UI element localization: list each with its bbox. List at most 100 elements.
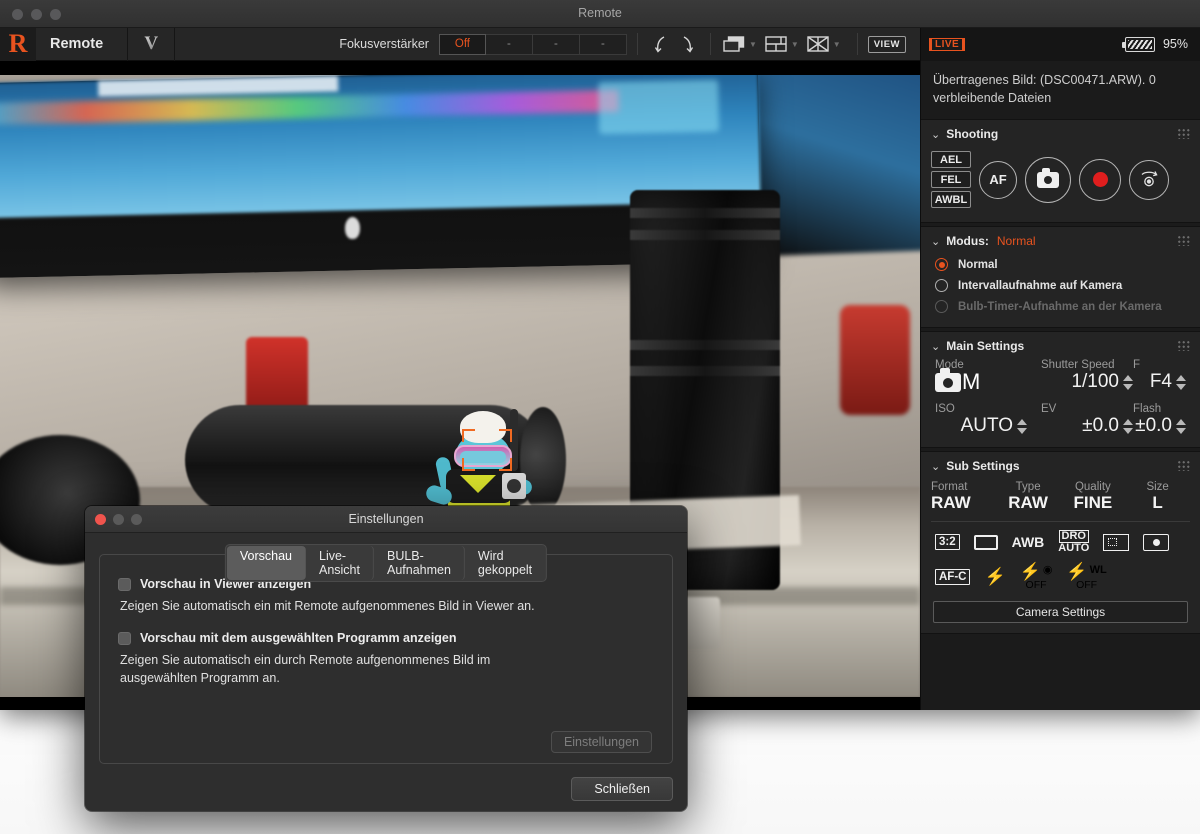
shooting-panel-header[interactable]: ⌄ Shooting <box>921 120 1200 147</box>
grid-layout-icon[interactable] <box>763 33 789 55</box>
stepper-icon[interactable] <box>1123 419 1133 434</box>
stepper-icon[interactable] <box>1123 375 1133 390</box>
flash-label: Flash <box>1133 403 1186 415</box>
flash-mode-icon[interactable]: ⚡ <box>984 568 1005 585</box>
focus-area-icon[interactable] <box>1103 534 1129 551</box>
dro-auto-icon[interactable]: DROAUTO <box>1058 530 1089 554</box>
ael-button[interactable]: AEL <box>931 151 971 168</box>
format-value[interactable]: RAW <box>931 493 996 513</box>
drag-handle-icon[interactable] <box>1177 460 1190 471</box>
iso-label: ISO <box>935 403 1041 415</box>
chevron-down-icon[interactable]: ▼ <box>749 40 757 49</box>
focus-magnifier-label: Fokusverstärker <box>339 37 429 51</box>
focus-mode-icon[interactable]: AF-C <box>935 569 970 585</box>
fel-button[interactable]: FEL <box>931 171 971 188</box>
flash-stepper[interactable]: ±0.0 <box>1133 415 1186 437</box>
stepper-icon[interactable] <box>1176 375 1186 390</box>
shooting-controls: AEL FEL AWBL AF <box>921 147 1200 222</box>
af-button[interactable]: AF <box>979 161 1017 199</box>
dialog-tabs: Vorschau Live-Ansicht BULB-Aufnahmen Wir… <box>225 544 547 582</box>
shutter-button[interactable] <box>1025 157 1071 203</box>
image-frame-icon[interactable] <box>974 535 998 550</box>
autofocus-box[interactable] <box>462 429 512 471</box>
main-settings-title: Main Settings <box>946 339 1024 353</box>
modus-option-interval[interactable]: Intervallaufnahme auf Kamera <box>921 275 1200 296</box>
tab-bulb-aufnahmen[interactable]: BULB-Aufnahmen <box>374 546 465 580</box>
sub-settings-panel: ⌄ Sub Settings Format Type Quality Size … <box>921 451 1200 633</box>
chevron-down-icon[interactable]: ⌄ <box>931 128 940 141</box>
aperture-value: F4 <box>1150 371 1172 393</box>
drag-handle-icon[interactable] <box>1177 340 1190 351</box>
radio-icon[interactable] <box>935 258 948 271</box>
sub-settings-header[interactable]: ⌄ Sub Settings <box>921 452 1200 479</box>
size-label: Size <box>1125 481 1190 493</box>
rotate-left-icon[interactable] <box>648 33 674 55</box>
mode-value[interactable]: M <box>935 372 1041 392</box>
battery-icon <box>1125 37 1155 52</box>
battery-percent-label: 95% <box>1163 37 1188 51</box>
tab-vorschau[interactable]: Vorschau <box>227 546 306 580</box>
stepper-icon[interactable] <box>1176 419 1186 434</box>
sub-settings-icons-row2: AF-C ⚡ ⚡◉ OFF ⚡WL OFF <box>921 563 1200 599</box>
drag-handle-icon[interactable] <box>1177 128 1190 139</box>
wireless-flash-icon[interactable]: ⚡WL OFF <box>1066 563 1106 591</box>
record-button[interactable] <box>1079 159 1121 201</box>
iso-stepper[interactable]: AUTO <box>935 415 1041 437</box>
chevron-down-icon[interactable]: ⌄ <box>931 340 940 353</box>
rotate-right-icon[interactable] <box>674 33 700 55</box>
main-toolbar: R Remote V Fokusverstärker Off - - - <box>0 28 1200 61</box>
checkbox-icon[interactable] <box>118 578 131 591</box>
view-button[interactable]: VIEW <box>868 36 906 53</box>
focus-segment-1[interactable]: - <box>486 34 533 55</box>
type-value[interactable]: RAW <box>996 493 1061 513</box>
modus-panel-header[interactable]: ⌄ Modus: Normal <box>921 227 1200 254</box>
bracket-shooting-icon <box>1138 170 1160 190</box>
size-value[interactable]: L <box>1125 493 1190 513</box>
stepper-icon[interactable] <box>1017 419 1027 434</box>
toolbar-divider <box>710 33 711 55</box>
diagonal-grid-icon[interactable] <box>805 33 831 55</box>
chevron-down-icon[interactable]: ⌄ <box>931 235 940 248</box>
chevron-down-icon[interactable]: ⌄ <box>931 460 940 473</box>
aperture-stepper[interactable]: F4 <box>1133 371 1186 393</box>
checkbox-row-program[interactable]: Vorschau mit dem ausgewählten Programm a… <box>118 631 654 645</box>
tab-wird-gekoppelt[interactable]: Wird gekoppelt <box>465 546 545 580</box>
focus-segment-off[interactable]: Off <box>439 34 486 55</box>
focus-magnifier-segments[interactable]: Off - - - <box>439 34 627 55</box>
tab-live-ansicht[interactable]: Live-Ansicht <box>306 546 374 580</box>
toolbar-divider <box>174 28 175 61</box>
overlay-compare-icon[interactable] <box>721 33 747 55</box>
focus-segment-3[interactable]: - <box>580 34 627 55</box>
ev-stepper[interactable]: ±0.0 <box>1041 415 1133 437</box>
red-eye-reduction-icon[interactable]: ⚡◉ OFF <box>1020 563 1053 591</box>
modus-option-normal[interactable]: Normal <box>921 254 1200 275</box>
quality-label: Quality <box>1061 481 1126 493</box>
radio-icon[interactable] <box>935 279 948 292</box>
chevron-down-icon[interactable]: ▼ <box>833 40 841 49</box>
shutter-speed-value: 1/100 <box>1071 371 1119 393</box>
toolbar-divider <box>857 33 858 55</box>
shutter-speed-stepper[interactable]: 1/100 <box>1041 371 1133 393</box>
drag-handle-icon[interactable] <box>1177 235 1190 246</box>
checkbox-icon[interactable] <box>118 632 131 645</box>
bracket-shooting-button[interactable] <box>1129 160 1169 200</box>
dialog-settings-button[interactable]: Einstellungen <box>551 731 652 753</box>
aperture-label: F <box>1133 359 1186 371</box>
metering-mode-icon[interactable] <box>1143 534 1169 551</box>
window-titlebar: Remote <box>0 0 1200 28</box>
awbl-button[interactable]: AWBL <box>931 191 971 208</box>
viewer-badge-icon[interactable]: V <box>128 28 174 61</box>
chevron-down-icon[interactable]: ▼ <box>791 40 799 49</box>
focus-segment-2[interactable]: - <box>533 34 580 55</box>
checkbox-description: Zeigen Sie automatisch ein durch Remote … <box>120 651 550 687</box>
aspect-ratio-icon[interactable]: 3:2 <box>935 534 960 550</box>
dialog-close-action-button[interactable]: Schließen <box>571 777 673 801</box>
sidebar-filler <box>921 637 1200 710</box>
main-settings-header[interactable]: ⌄ Main Settings <box>921 332 1200 359</box>
battery-status: 95% <box>1125 37 1200 52</box>
dialog-titlebar: Einstellungen <box>85 506 687 533</box>
quality-value[interactable]: FINE <box>1061 493 1126 513</box>
ev-value: ±0.0 <box>1082 415 1119 437</box>
camera-settings-button[interactable]: Camera Settings <box>933 601 1188 623</box>
white-balance-icon[interactable]: AWB <box>1012 534 1045 550</box>
